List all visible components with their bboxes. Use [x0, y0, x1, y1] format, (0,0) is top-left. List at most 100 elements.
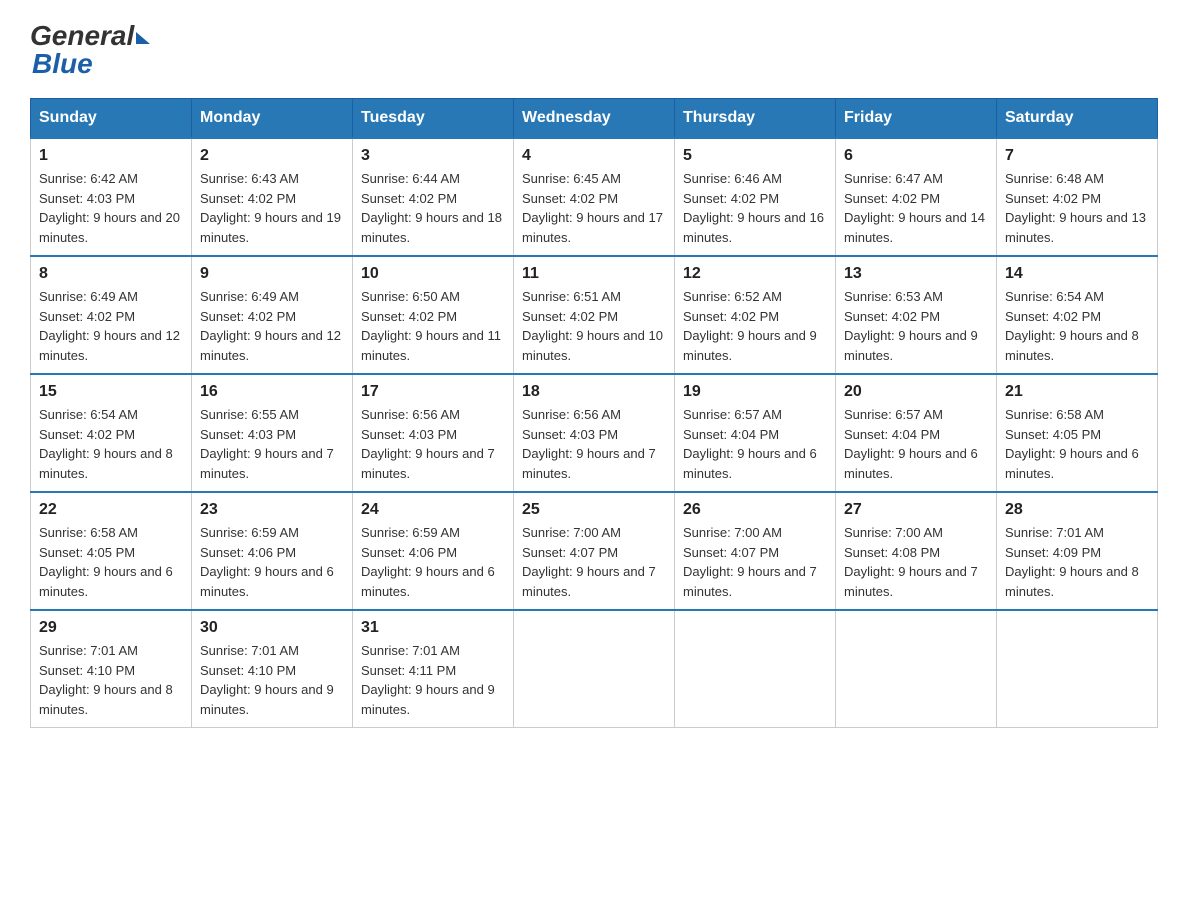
calendar-day-cell: 5 Sunrise: 6:46 AMSunset: 4:02 PMDaylight… [675, 138, 836, 256]
day-info: Sunrise: 7:01 AMSunset: 4:10 PMDaylight:… [39, 641, 183, 719]
day-number: 6 [844, 147, 988, 165]
calendar-day-cell: 30 Sunrise: 7:01 AMSunset: 4:10 PMDayligh… [192, 610, 353, 728]
day-number: 3 [361, 147, 505, 165]
day-info: Sunrise: 6:58 AMSunset: 4:05 PMDaylight:… [39, 523, 183, 601]
calendar-day-cell: 16 Sunrise: 6:55 AMSunset: 4:03 PMDayligh… [192, 374, 353, 492]
logo-arrow-icon [136, 32, 150, 44]
day-info: Sunrise: 7:01 AMSunset: 4:09 PMDaylight:… [1005, 523, 1149, 601]
day-number: 18 [522, 383, 666, 401]
calendar-day-cell: 25Sunrise: 7:00 AMSunset: 4:07 PMDayligh… [514, 492, 675, 610]
calendar-day-cell: 15 Sunrise: 6:54 AMSunset: 4:02 PMDayligh… [31, 374, 192, 492]
day-info: Sunrise: 6:57 AMSunset: 4:04 PMDaylight:… [844, 405, 988, 483]
calendar-day-cell: 1 Sunrise: 6:42 AMSunset: 4:03 PMDaylight… [31, 138, 192, 256]
day-info: Sunrise: 6:57 AMSunset: 4:04 PMDaylight:… [683, 405, 827, 483]
day-number: 24 [361, 501, 505, 519]
day-info: Sunrise: 6:49 AMSunset: 4:02 PMDaylight:… [200, 287, 344, 365]
day-number: 21 [1005, 383, 1149, 401]
day-number: 1 [39, 147, 183, 165]
day-info: Sunrise: 6:59 AMSunset: 4:06 PMDaylight:… [361, 523, 505, 601]
day-number: 10 [361, 265, 505, 283]
day-number: 20 [844, 383, 988, 401]
calendar-day-cell: 9 Sunrise: 6:49 AMSunset: 4:02 PMDaylight… [192, 256, 353, 374]
day-info: Sunrise: 6:46 AMSunset: 4:02 PMDaylight:… [683, 169, 827, 247]
calendar-day-cell: 3 Sunrise: 6:44 AMSunset: 4:02 PMDaylight… [353, 138, 514, 256]
header-wednesday: Wednesday [514, 99, 675, 139]
day-info: Sunrise: 6:54 AMSunset: 4:02 PMDaylight:… [39, 405, 183, 483]
day-info: Sunrise: 6:59 AMSunset: 4:06 PMDaylight:… [200, 523, 344, 601]
header-friday: Friday [836, 99, 997, 139]
calendar-day-cell: 22 Sunrise: 6:58 AMSunset: 4:05 PMDayligh… [31, 492, 192, 610]
day-number: 7 [1005, 147, 1149, 165]
calendar-day-cell [675, 610, 836, 728]
day-info: Sunrise: 7:00 AMSunset: 4:08 PMDaylight:… [844, 523, 988, 601]
calendar-day-cell: 6 Sunrise: 6:47 AMSunset: 4:02 PMDaylight… [836, 138, 997, 256]
calendar-week-4: 22 Sunrise: 6:58 AMSunset: 4:05 PMDayligh… [31, 492, 1158, 610]
day-info: Sunrise: 6:44 AMSunset: 4:02 PMDaylight:… [361, 169, 505, 247]
day-number: 23 [200, 501, 344, 519]
day-info: Sunrise: 6:50 AMSunset: 4:02 PMDaylight:… [361, 287, 505, 365]
calendar-day-cell: 26 Sunrise: 7:00 AMSunset: 4:07 PMDayligh… [675, 492, 836, 610]
day-info: Sunrise: 6:56 AMSunset: 4:03 PMDaylight:… [361, 405, 505, 483]
calendar-day-cell: 13Sunrise: 6:53 AMSunset: 4:02 PMDayligh… [836, 256, 997, 374]
calendar-week-1: 1 Sunrise: 6:42 AMSunset: 4:03 PMDaylight… [31, 138, 1158, 256]
day-info: Sunrise: 6:43 AMSunset: 4:02 PMDaylight:… [200, 169, 344, 247]
calendar-week-5: 29 Sunrise: 7:01 AMSunset: 4:10 PMDayligh… [31, 610, 1158, 728]
day-info: Sunrise: 7:00 AMSunset: 4:07 PMDaylight:… [522, 523, 666, 601]
calendar-table: SundayMondayTuesdayWednesdayThursdayFrid… [30, 98, 1158, 728]
day-number: 31 [361, 619, 505, 637]
calendar-day-cell: 27Sunrise: 7:00 AMSunset: 4:08 PMDayligh… [836, 492, 997, 610]
day-info: Sunrise: 6:52 AMSunset: 4:02 PMDaylight:… [683, 287, 827, 365]
header-monday: Monday [192, 99, 353, 139]
day-number: 17 [361, 383, 505, 401]
calendar-day-cell: 7 Sunrise: 6:48 AMSunset: 4:02 PMDaylight… [997, 138, 1158, 256]
day-info: Sunrise: 7:01 AMSunset: 4:11 PMDaylight:… [361, 641, 505, 719]
calendar-day-cell: 14Sunrise: 6:54 AMSunset: 4:02 PMDayligh… [997, 256, 1158, 374]
calendar-day-cell: 24 Sunrise: 6:59 AMSunset: 4:06 PMDayligh… [353, 492, 514, 610]
day-info: Sunrise: 6:51 AMSunset: 4:02 PMDaylight:… [522, 287, 666, 365]
day-info: Sunrise: 6:45 AMSunset: 4:02 PMDaylight:… [522, 169, 666, 247]
day-number: 19 [683, 383, 827, 401]
calendar-day-cell: 18 Sunrise: 6:56 AMSunset: 4:03 PMDayligh… [514, 374, 675, 492]
calendar-day-cell: 31 Sunrise: 7:01 AMSunset: 4:11 PMDayligh… [353, 610, 514, 728]
day-number: 16 [200, 383, 344, 401]
calendar-day-cell: 17 Sunrise: 6:56 AMSunset: 4:03 PMDayligh… [353, 374, 514, 492]
day-number: 9 [200, 265, 344, 283]
logo: General Blue [30, 20, 150, 80]
day-info: Sunrise: 6:49 AMSunset: 4:02 PMDaylight:… [39, 287, 183, 365]
calendar-day-cell: 12 Sunrise: 6:52 AMSunset: 4:02 PMDayligh… [675, 256, 836, 374]
calendar-day-cell [997, 610, 1158, 728]
day-number: 13 [844, 265, 988, 283]
day-number: 29 [39, 619, 183, 637]
calendar-day-cell: 19 Sunrise: 6:57 AMSunset: 4:04 PMDayligh… [675, 374, 836, 492]
calendar-day-cell: 29 Sunrise: 7:01 AMSunset: 4:10 PMDayligh… [31, 610, 192, 728]
calendar-day-cell: 4 Sunrise: 6:45 AMSunset: 4:02 PMDaylight… [514, 138, 675, 256]
day-number: 14 [1005, 265, 1149, 283]
day-number: 22 [39, 501, 183, 519]
day-info: Sunrise: 7:01 AMSunset: 4:10 PMDaylight:… [200, 641, 344, 719]
day-number: 12 [683, 265, 827, 283]
day-number: 5 [683, 147, 827, 165]
day-info: Sunrise: 6:56 AMSunset: 4:03 PMDaylight:… [522, 405, 666, 483]
day-info: Sunrise: 7:00 AMSunset: 4:07 PMDaylight:… [683, 523, 827, 601]
day-info: Sunrise: 6:58 AMSunset: 4:05 PMDaylight:… [1005, 405, 1149, 483]
calendar-day-cell: 10 Sunrise: 6:50 AMSunset: 4:02 PMDayligh… [353, 256, 514, 374]
day-info: Sunrise: 6:47 AMSunset: 4:02 PMDaylight:… [844, 169, 988, 247]
day-number: 11 [522, 265, 666, 283]
calendar-day-cell: 2 Sunrise: 6:43 AMSunset: 4:02 PMDaylight… [192, 138, 353, 256]
calendar-day-cell: 28 Sunrise: 7:01 AMSunset: 4:09 PMDayligh… [997, 492, 1158, 610]
calendar-day-cell: 11 Sunrise: 6:51 AMSunset: 4:02 PMDayligh… [514, 256, 675, 374]
day-number: 30 [200, 619, 344, 637]
day-info: Sunrise: 6:42 AMSunset: 4:03 PMDaylight:… [39, 169, 183, 247]
calendar-day-cell [836, 610, 997, 728]
calendar-day-cell: 21 Sunrise: 6:58 AMSunset: 4:05 PMDayligh… [997, 374, 1158, 492]
day-number: 2 [200, 147, 344, 165]
calendar-day-cell: 8 Sunrise: 6:49 AMSunset: 4:02 PMDaylight… [31, 256, 192, 374]
day-info: Sunrise: 6:55 AMSunset: 4:03 PMDaylight:… [200, 405, 344, 483]
day-number: 15 [39, 383, 183, 401]
day-number: 8 [39, 265, 183, 283]
day-number: 28 [1005, 501, 1149, 519]
day-number: 26 [683, 501, 827, 519]
day-number: 4 [522, 147, 666, 165]
day-info: Sunrise: 6:48 AMSunset: 4:02 PMDaylight:… [1005, 169, 1149, 247]
calendar-day-cell: 23 Sunrise: 6:59 AMSunset: 4:06 PMDayligh… [192, 492, 353, 610]
